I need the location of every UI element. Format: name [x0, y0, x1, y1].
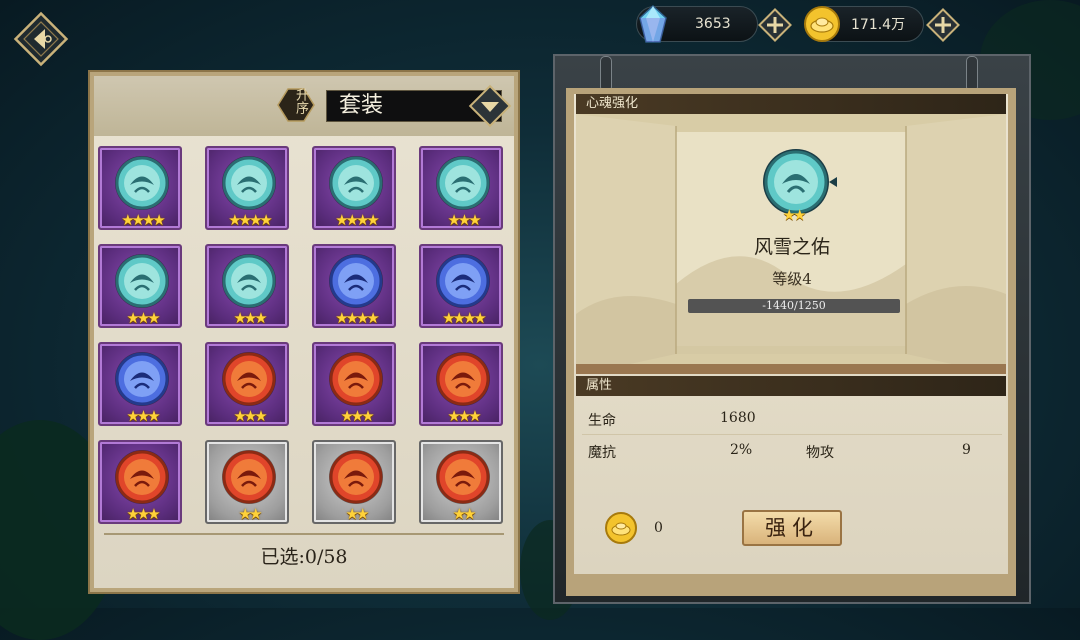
slot-stars: ★★★★ — [121, 211, 166, 229]
soul-slot[interactable]: ★★★ — [98, 342, 182, 426]
crystal-icon — [636, 4, 670, 44]
strengthen-button[interactable]: 强化 — [742, 510, 842, 546]
filter-value: 套装 — [339, 93, 384, 118]
slot-stars: ★★★ — [126, 505, 160, 523]
slot-stars: ★★★ — [233, 407, 267, 425]
attribute-hp-value: 1680 — [720, 410, 756, 426]
selected-count: 已选:0/58 — [260, 546, 348, 568]
soul-slot[interactable]: ★★★ — [419, 342, 503, 426]
add-gold-button[interactable] — [924, 6, 962, 44]
hanging-pin-left — [600, 56, 612, 92]
slot-stars: ★★★ — [233, 309, 267, 327]
slot-stars: ★★★ — [447, 407, 481, 425]
crystal-amount: 3653 — [695, 16, 731, 32]
item-name: 风雪之佑 — [753, 236, 830, 258]
fire-soul-icon — [436, 352, 490, 406]
soul-slot-grid: ★★★★ ★★★★ ★★★★ ★★★ ★★★ ★★★ ★★★★ ★★★★ ★★★ ★★★ ★★★ ★★… — [98, 146, 510, 530]
hanging-pin-right — [966, 56, 978, 92]
back-arrow-icon — [13, 11, 69, 67]
attribute-mres-value: 2% — [730, 442, 753, 458]
fire-soul-icon — [115, 450, 169, 504]
slot-stars: ★★★ — [447, 211, 481, 229]
gold-amount: 171.4万 — [851, 17, 906, 33]
soul-slot[interactable]: ★★★ — [419, 146, 503, 230]
plus-icon — [758, 8, 792, 42]
wind-soul-icon — [329, 156, 383, 210]
gold-ingot-icon — [802, 4, 842, 44]
slot-stars: ★★★★ — [335, 309, 380, 327]
plus-icon — [926, 8, 960, 42]
add-crystal-button[interactable] — [756, 6, 794, 44]
slot-stars: ★★★★ — [228, 211, 273, 229]
attribute-hp-label: 生命 — [588, 413, 616, 429]
slot-stars: ★★★ — [340, 407, 374, 425]
fire-soul-icon — [329, 450, 383, 504]
soul-slot[interactable]: ★★★★ — [419, 244, 503, 328]
soul-slot[interactable]: ★★ — [312, 440, 396, 524]
slot-stars: ★★★★ — [442, 309, 487, 327]
item-level: 等级4 — [772, 270, 812, 288]
wind-soul-icon — [436, 156, 490, 210]
attribute-divider — [582, 434, 1002, 435]
fire-soul-icon — [222, 450, 276, 504]
attribute-mres-label: 魔抗 — [588, 445, 616, 461]
soul-slot[interactable]: ★★★ — [312, 342, 396, 426]
slot-stars: ★★ — [345, 505, 370, 523]
fire-soul-icon — [436, 450, 490, 504]
soul-slot[interactable]: ★★★★ — [98, 146, 182, 230]
soul-slot[interactable]: ★★★★ — [312, 244, 396, 328]
attribute-patk-value: 9 — [962, 442, 971, 458]
wind-soul-icon — [222, 156, 276, 210]
slot-stars: ★★★★ — [335, 211, 380, 229]
sort-order-label: 升序 — [293, 88, 308, 114]
soul-slot[interactable]: ★★★ — [98, 440, 182, 524]
fire-soul-icon — [222, 352, 276, 406]
fire-soul-icon — [329, 352, 383, 406]
wind-soul-icon — [115, 156, 169, 210]
chevron-down-icon — [468, 84, 512, 128]
slot-stars: ★★★ — [126, 309, 160, 327]
water-soul-icon — [329, 254, 383, 308]
soul-slot[interactable]: ★★ — [419, 440, 503, 524]
dropdown-toggle-button[interactable] — [468, 84, 512, 128]
sort-order-button[interactable]: 升序 — [274, 86, 318, 124]
back-button[interactable] — [12, 10, 70, 68]
soul-slot[interactable]: ★★★ — [98, 244, 182, 328]
section-title: 心魂强化 — [586, 96, 639, 111]
soul-slot[interactable]: ★★★ — [205, 342, 289, 426]
wind-soul-icon — [222, 254, 276, 308]
experience-text: -1440/1250 — [762, 299, 826, 312]
slot-stars: ★★ — [238, 505, 263, 523]
attribute-patk-label: 物攻 — [806, 445, 834, 461]
divider — [104, 533, 504, 535]
slot-stars: ★★ — [452, 505, 477, 523]
attributes-title: 属性 — [586, 378, 613, 393]
section-title-bar: 心魂强化 — [576, 94, 1006, 114]
attributes-title-bar: 属性 — [576, 376, 1006, 396]
cost-value: 0 — [654, 520, 663, 536]
soul-slot[interactable]: ★★★★ — [205, 146, 289, 230]
slot-stars: ★★★ — [126, 407, 160, 425]
water-soul-icon — [436, 254, 490, 308]
soul-slot[interactable]: ★★★★ — [312, 146, 396, 230]
experience-bar: -1440/1250 — [688, 299, 900, 313]
soul-slot[interactable]: ★★ — [205, 440, 289, 524]
water-soul-icon — [115, 352, 169, 406]
soul-slot[interactable]: ★★★ — [205, 244, 289, 328]
gold-ingot-icon — [605, 512, 637, 544]
cost-display: 0 — [605, 512, 718, 544]
item-stars: ★★ — [782, 206, 807, 224]
wind-soul-icon — [115, 254, 169, 308]
